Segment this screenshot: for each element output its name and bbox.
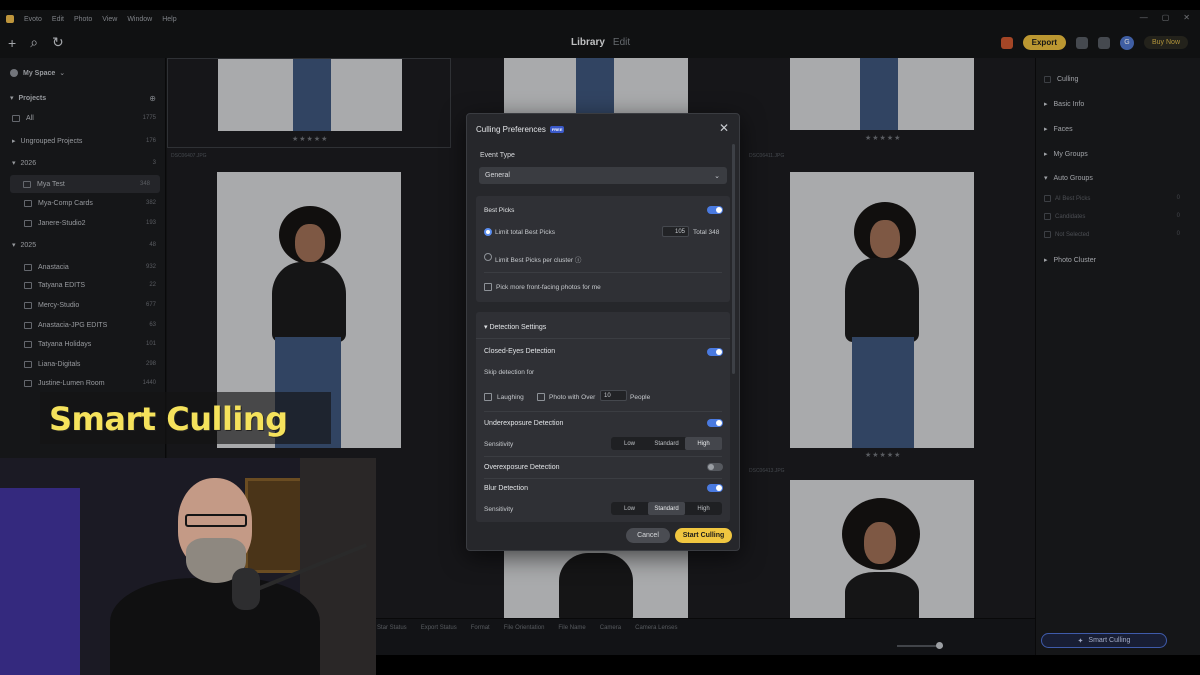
detection-settings-label: Detection Settings — [489, 324, 547, 331]
close-icon[interactable]: ✕ — [719, 121, 729, 135]
start-culling-button[interactable]: Start Culling — [675, 528, 732, 543]
front-facing-label: Pick more front-facing photos for me — [496, 284, 601, 291]
dialog-title-text: Culling Preferences — [476, 125, 546, 134]
laughing-label: Laughing — [497, 394, 524, 401]
help-icon[interactable]: ⓘ — [575, 257, 582, 264]
divider — [484, 411, 722, 412]
best-picks-label: Best Picks — [484, 207, 515, 214]
event-type-select[interactable]: General ⌄ — [479, 167, 727, 184]
best-picks-toggle[interactable] — [707, 206, 723, 214]
microphone — [232, 568, 260, 610]
smart-culling-caption: Smart Culling — [40, 392, 331, 444]
underexposure-label: Underexposure Detection — [484, 420, 564, 427]
divider — [476, 338, 730, 339]
free-badge: FREE — [549, 126, 565, 133]
detection-settings-header[interactable]: ▾ Detection Settings — [484, 323, 546, 331]
photo-with-over-label: Photo with Over — [549, 394, 596, 401]
closed-eyes-label: Closed-Eyes Detection — [484, 348, 556, 355]
underexposure-toggle[interactable] — [707, 419, 723, 427]
sensitivity-low[interactable]: Low — [611, 437, 648, 450]
closed-eyes-toggle[interactable] — [707, 348, 723, 356]
dialog-scrollbar[interactable] — [732, 144, 735, 374]
detection-settings-section: ▾ Detection Settings Closed-Eyes Detecti… — [476, 312, 730, 522]
limit-total-input[interactable]: 105 — [662, 226, 689, 237]
caption-text: Smart Culling — [49, 400, 288, 438]
best-picks-section: Best Picks Limit total Best Picks 105 To… — [476, 196, 730, 302]
webcam-overlay — [0, 458, 376, 675]
people-label: People — [630, 394, 651, 401]
sensitivity-high[interactable]: High — [685, 437, 722, 450]
total-count: Total 348 — [693, 229, 720, 236]
blur-toggle[interactable] — [707, 484, 723, 492]
event-type-label: Event Type — [480, 152, 515, 159]
limit-total-radio[interactable] — [484, 228, 492, 236]
sensitivity-standard[interactable]: Standard — [648, 437, 685, 450]
front-facing-checkbox[interactable] — [484, 283, 492, 291]
culling-preferences-dialog: Culling Preferences FREE ✕ Event Type Ge… — [466, 113, 740, 551]
sensitivity-standard[interactable]: Standard — [648, 502, 685, 515]
laughing-checkbox[interactable] — [484, 393, 492, 401]
photo-with-over-checkbox[interactable] — [537, 393, 545, 401]
limit-cluster-row: Limit Best Picks per cluster ⓘ — [495, 254, 581, 264]
limit-total-label: Limit total Best Picks — [495, 229, 555, 236]
limit-cluster-radio[interactable] — [484, 253, 492, 261]
people-count-input[interactable]: 10 — [600, 390, 627, 401]
blur-label: Blur Detection — [484, 485, 528, 492]
purple-light — [0, 488, 80, 675]
presenter-body — [110, 578, 320, 675]
divider — [484, 272, 722, 273]
sensitivity-label: Sensitivity — [484, 441, 514, 448]
sensitivity-low[interactable]: Low — [611, 502, 648, 515]
blur-sensitivity: Low Standard High — [611, 502, 722, 515]
dialog-title: Culling Preferences FREE — [476, 125, 565, 134]
underexposure-sensitivity: Low Standard High — [611, 437, 722, 450]
sensitivity-label: Sensitivity — [484, 506, 514, 513]
divider — [484, 478, 722, 479]
divider — [484, 456, 722, 457]
event-type-value: General — [485, 172, 510, 179]
presenter-glasses — [185, 514, 247, 527]
overexposure-toggle[interactable] — [707, 463, 723, 471]
chevron-down-icon: ⌄ — [714, 172, 720, 180]
sensitivity-high[interactable]: High — [685, 502, 722, 515]
wall-frame — [245, 478, 305, 573]
overexposure-label: Overexposure Detection — [484, 464, 560, 471]
limit-cluster-label: Limit Best Picks per cluster — [495, 257, 574, 264]
skip-for-label: Skip detection for — [484, 369, 535, 376]
cancel-button[interactable]: Cancel — [626, 528, 670, 543]
